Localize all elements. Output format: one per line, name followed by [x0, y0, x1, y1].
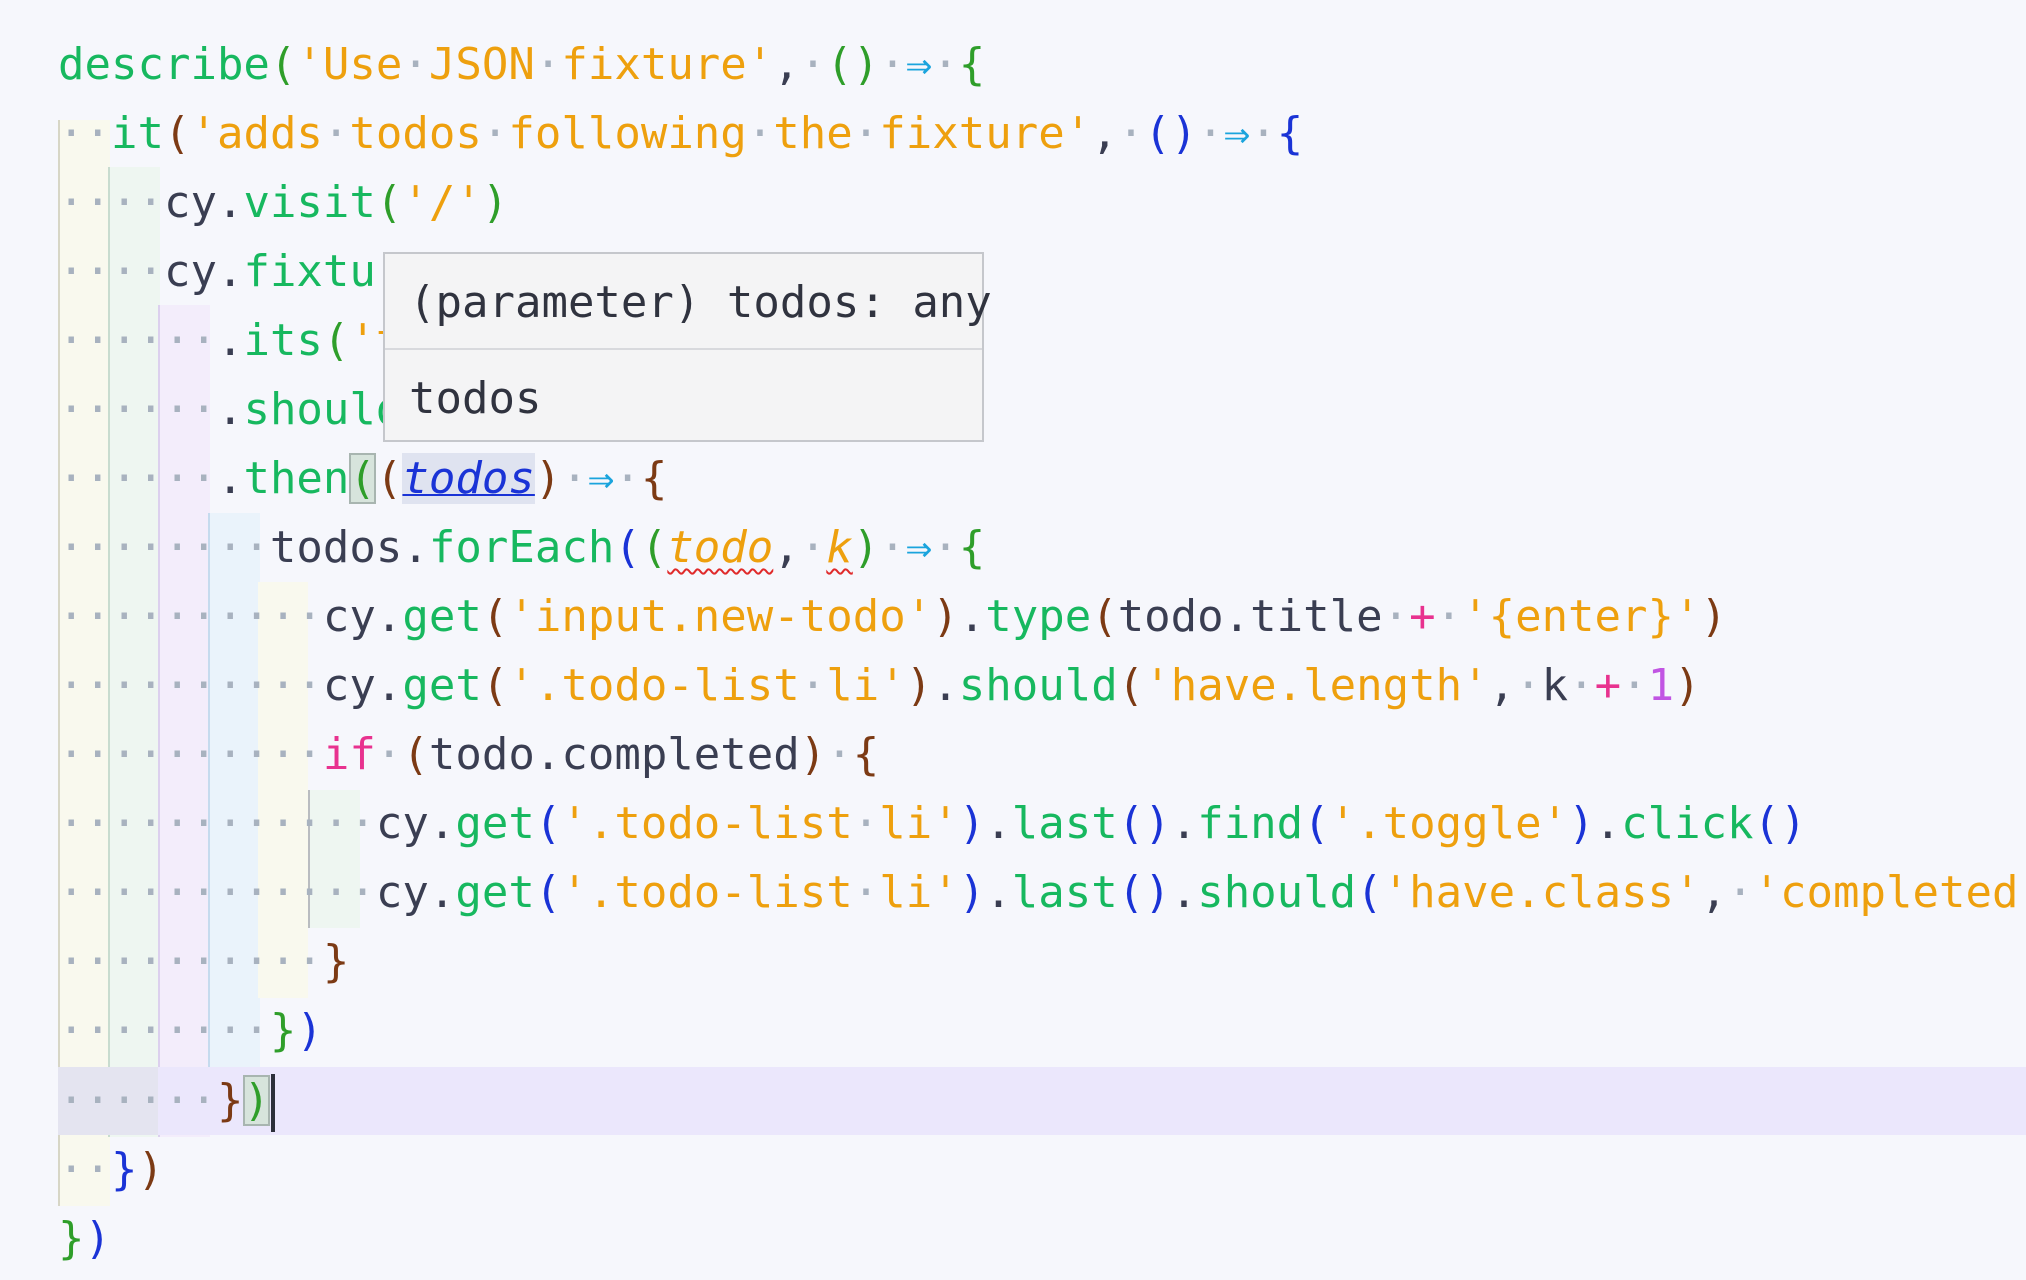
code-line-7[interactable]: ······.then((todos)·⇒·{ [58, 444, 667, 513]
code-line-8[interactable]: ········todos.forEach((todo,·k)·⇒·{ [58, 513, 985, 582]
code-line-14[interactable]: ··········} [58, 927, 349, 996]
code-line-15[interactable]: ········}) [58, 996, 323, 1065]
code-line-11[interactable]: ··········if·(todo.completed)·{ [58, 720, 879, 789]
code-line-17[interactable]: ··}) [58, 1135, 164, 1204]
hover-documentation: todos [409, 373, 542, 424]
current-line-highlight [58, 1067, 2026, 1135]
code-line-16[interactable]: ······}) [58, 1066, 275, 1135]
hover-tooltip: (parameter) todos: any todos [383, 252, 992, 442]
code-line-6[interactable]: ······.should [58, 375, 402, 444]
code-line-18[interactable]: }) [58, 1204, 111, 1273]
code-line-4[interactable]: ····cy.fixtur [58, 237, 402, 306]
code-line-2[interactable]: ··it('adds·todos·following·the·fixture',… [58, 99, 1303, 168]
code-line-13[interactable]: ············cy.get('.todo-list·li').last… [58, 858, 2026, 927]
code-line-9[interactable]: ··········cy.get('input.new-todo').type(… [58, 582, 1727, 651]
code-line-12[interactable]: ············cy.get('.todo-list·li').last… [58, 789, 1807, 858]
code-line-5[interactable]: ······.its('t [58, 306, 402, 375]
code-line-3[interactable]: ····cy.visit('/') [58, 168, 508, 237]
hover-signature: (parameter) todos: any [409, 277, 992, 328]
code-line-1[interactable]: describe('Use·JSON·fixture',·()·⇒·{ [58, 30, 985, 99]
hover-divider [385, 348, 982, 350]
text-cursor [270, 1074, 275, 1132]
code-editor[interactable]: describe('Use·JSON·fixture',·()·⇒·{ ··it… [0, 0, 2026, 1280]
code-line-10[interactable]: ··········cy.get('.todo-list·li').should… [58, 651, 1701, 720]
